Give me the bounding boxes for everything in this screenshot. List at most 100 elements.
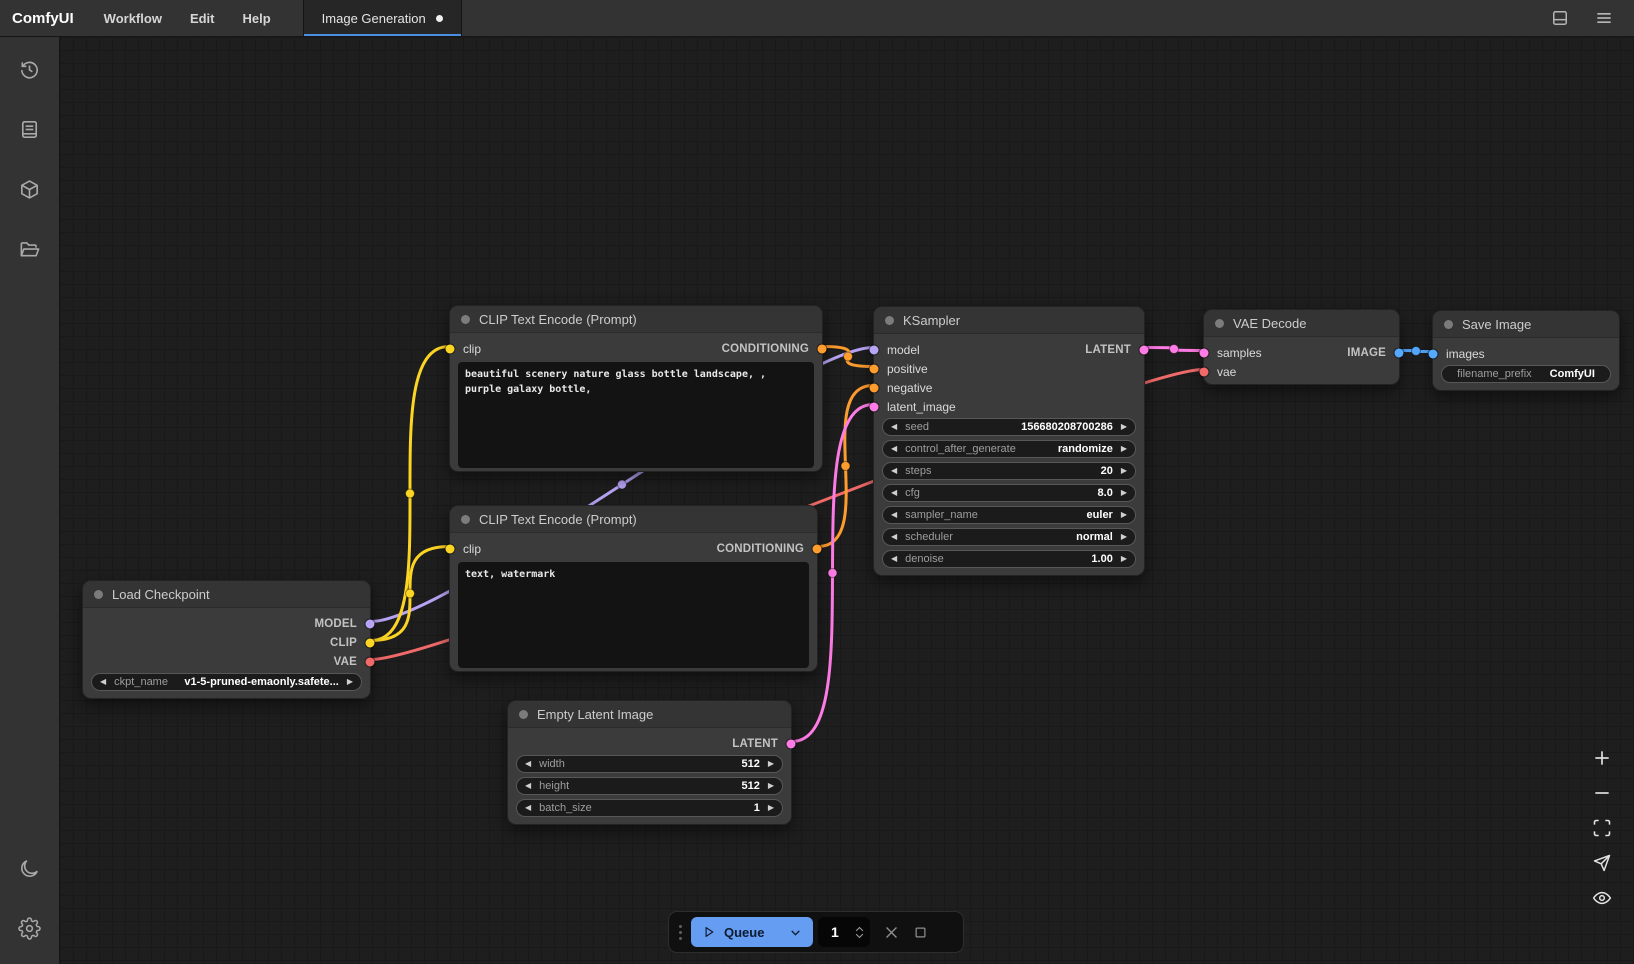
menu-help[interactable]: Help [229, 0, 285, 36]
sidebar-item-settings[interactable] [12, 910, 48, 946]
decrement-arrow-icon[interactable]: ◀ [891, 467, 897, 475]
bottom-panel-icon[interactable] [1550, 8, 1570, 28]
chevron-down-icon[interactable] [789, 926, 802, 939]
decrement-arrow-icon[interactable]: ◀ [891, 423, 897, 431]
node-title-bar[interactable]: KSampler [874, 307, 1144, 334]
sidebar-item-theme[interactable] [12, 850, 48, 886]
input-port-negative[interactable] [870, 383, 879, 392]
output-port-VAE[interactable] [366, 657, 375, 666]
widget-batch_size[interactable]: ◀batch_size1▶ [516, 799, 783, 817]
input-port-clip[interactable] [446, 344, 455, 353]
collapse-dot-icon[interactable] [885, 316, 894, 325]
widget-scheduler[interactable]: ◀schedulernormal▶ [882, 528, 1136, 546]
batch-count-input[interactable]: 1 [818, 917, 870, 947]
decrement-arrow-icon[interactable]: ◀ [891, 533, 897, 541]
prompt-textarea[interactable]: beautiful scenery nature glass bottle la… [458, 362, 814, 468]
node-title-bar[interactable]: Empty Latent Image [508, 701, 791, 728]
clear-x-icon[interactable] [883, 924, 900, 941]
decrement-arrow-icon[interactable]: ◀ [891, 489, 897, 497]
widget-control_after_generate[interactable]: ◀control_after_generaterandomize▶ [882, 440, 1136, 458]
collapse-dot-icon[interactable] [1444, 320, 1453, 329]
increment-arrow-icon[interactable]: ▶ [768, 804, 774, 812]
input-port-latent_image[interactable] [870, 402, 879, 411]
increment-arrow-icon[interactable]: ▶ [768, 782, 774, 790]
decrement-arrow-icon[interactable]: ◀ [100, 678, 106, 686]
node-clip_pos[interactable]: CLIP Text Encode (Prompt)clipCONDITIONIN… [449, 305, 823, 472]
zoom-out-icon[interactable] [1592, 783, 1612, 803]
decrement-arrow-icon[interactable]: ◀ [891, 445, 897, 453]
increment-arrow-icon[interactable]: ▶ [1121, 555, 1127, 563]
output-port-CONDITIONING[interactable] [813, 544, 822, 553]
sidebar-item-history[interactable] [12, 51, 48, 87]
decrement-arrow-icon[interactable]: ◀ [525, 804, 531, 812]
node-ksampler[interactable]: KSamplermodelLATENTpositivenegativelaten… [873, 306, 1145, 576]
node-load_checkpoint[interactable]: Load CheckpointMODELCLIPVAE◀ckpt_namev1-… [82, 580, 371, 699]
collapse-dot-icon[interactable] [461, 315, 470, 324]
increment-arrow-icon[interactable]: ▶ [1121, 445, 1127, 453]
input-port-positive[interactable] [870, 364, 879, 373]
widget-seed[interactable]: ◀seed156680208700286▶ [882, 418, 1136, 436]
input-port-model[interactable] [870, 345, 879, 354]
increment-arrow-icon[interactable]: ▶ [1121, 423, 1127, 431]
widget-height[interactable]: ◀height512▶ [516, 777, 783, 795]
node-title-bar[interactable]: CLIP Text Encode (Prompt) [450, 506, 817, 533]
hamburger-menu-icon[interactable] [1594, 8, 1614, 28]
increment-arrow-icon[interactable]: ▶ [1121, 511, 1127, 519]
drag-handle[interactable] [679, 925, 682, 940]
node-title-bar[interactable]: CLIP Text Encode (Prompt) [450, 306, 822, 333]
widget-steps[interactable]: ◀steps20▶ [882, 462, 1136, 480]
collapse-dot-icon[interactable] [519, 710, 528, 719]
menu-workflow[interactable]: Workflow [90, 0, 176, 36]
sidebar-item-model-library[interactable] [12, 171, 48, 207]
input-port-images[interactable] [1429, 349, 1438, 358]
widget-filename_prefix[interactable]: filename_prefixComfyUI [1441, 365, 1611, 383]
input-port-clip[interactable] [446, 544, 455, 553]
increment-arrow-icon[interactable]: ▶ [1121, 467, 1127, 475]
node-clip_neg[interactable]: CLIP Text Encode (Prompt)clipCONDITIONIN… [449, 505, 818, 672]
output-port-LATENT[interactable] [787, 739, 796, 748]
node-title-bar[interactable]: Save Image [1433, 311, 1619, 338]
prompt-textarea[interactable]: text, watermark [458, 562, 809, 668]
decrement-arrow-icon[interactable]: ◀ [891, 511, 897, 519]
sidebar-item-workflows[interactable] [12, 231, 48, 267]
increment-arrow-icon[interactable]: ▶ [1121, 489, 1127, 497]
input-port-samples[interactable] [1200, 348, 1209, 357]
workflow-tab[interactable]: Image Generation [303, 0, 462, 36]
node-vae_decode[interactable]: VAE DecodesamplesIMAGEvae [1203, 309, 1400, 385]
increment-arrow-icon[interactable]: ▶ [768, 760, 774, 768]
output-port-CLIP[interactable] [366, 638, 375, 647]
node-save_image[interactable]: Save Imageimagesfilename_prefixComfyUI [1432, 310, 1620, 391]
decrement-arrow-icon[interactable]: ◀ [525, 760, 531, 768]
output-port-LATENT[interactable] [1140, 345, 1149, 354]
input-port-vae[interactable] [1200, 367, 1209, 376]
decrement-arrow-icon[interactable]: ◀ [525, 782, 531, 790]
collapse-dot-icon[interactable] [94, 590, 103, 599]
node-canvas[interactable] [60, 37, 1634, 964]
collapse-dot-icon[interactable] [1215, 319, 1224, 328]
queue-button[interactable]: Queue [691, 917, 813, 947]
widget-cfg[interactable]: ◀cfg8.0▶ [882, 484, 1136, 502]
collapse-dot-icon[interactable] [461, 515, 470, 524]
widget-ckpt_name[interactable]: ◀ckpt_namev1-5-pruned-emaonly.safete...▶ [91, 673, 362, 691]
node-empty_latent[interactable]: Empty Latent ImageLATENT◀width512▶◀heigh… [507, 700, 792, 825]
output-port-CONDITIONING[interactable] [818, 344, 827, 353]
stepper-up-icon[interactable] [855, 926, 864, 932]
decrement-arrow-icon[interactable]: ◀ [891, 555, 897, 563]
sidebar-item-queue[interactable] [12, 111, 48, 147]
widget-sampler_name[interactable]: ◀sampler_nameeuler▶ [882, 506, 1136, 524]
stop-square-icon[interactable] [913, 925, 928, 940]
output-port-IMAGE[interactable] [1395, 348, 1404, 357]
increment-arrow-icon[interactable]: ▶ [1121, 533, 1127, 541]
fit-view-icon[interactable] [1592, 818, 1612, 838]
output-port-MODEL[interactable] [366, 619, 375, 628]
menu-edit[interactable]: Edit [176, 0, 229, 36]
widget-denoise[interactable]: ◀denoise1.00▶ [882, 550, 1136, 568]
zoom-in-icon[interactable] [1592, 748, 1612, 768]
pan-cursor-icon[interactable] [1592, 853, 1612, 873]
stepper-down-icon[interactable] [855, 933, 864, 939]
increment-arrow-icon[interactable]: ▶ [347, 678, 353, 686]
toggle-visibility-eye-icon[interactable] [1592, 888, 1612, 908]
node-title-bar[interactable]: VAE Decode [1204, 310, 1399, 337]
widget-width[interactable]: ◀width512▶ [516, 755, 783, 773]
node-title-bar[interactable]: Load Checkpoint [83, 581, 370, 608]
